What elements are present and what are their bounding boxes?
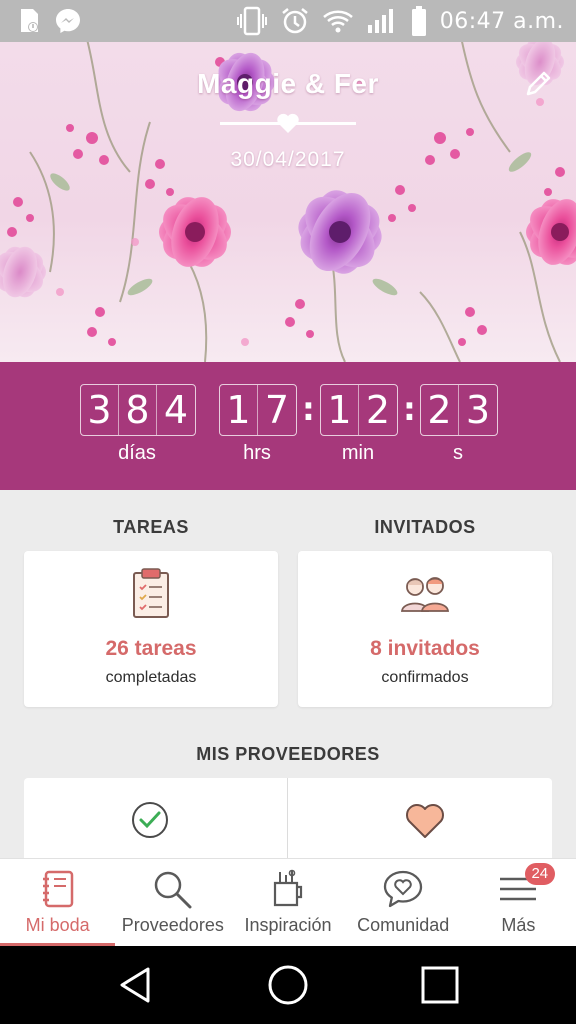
countdown-label-hours: hrs xyxy=(243,442,271,464)
nav-item-mi-boda[interactable]: Mi boda xyxy=(0,859,116,946)
back-icon[interactable] xyxy=(116,965,156,1005)
flower-pink xyxy=(159,197,231,267)
guests-icon xyxy=(401,577,449,612)
tasks-subtitle: completadas xyxy=(105,669,197,686)
signal-icon xyxy=(366,7,398,35)
countdown-digit: 2 xyxy=(421,385,459,435)
edit-pencil-icon[interactable] xyxy=(522,68,554,100)
countdown-digit: 8 xyxy=(119,385,157,435)
system-navigation-bar xyxy=(0,946,576,1024)
wedding-date: 30/04/2017 xyxy=(230,148,346,171)
countdown-digit: 2 xyxy=(365,388,391,432)
nav-item-inspiracion[interactable]: Inspiración xyxy=(230,859,345,946)
search-icon xyxy=(154,871,192,909)
countdown-minutes: 1 2 xyxy=(320,384,398,436)
nav-label: Comunidad xyxy=(357,915,450,935)
tasks-count: 26 tareas xyxy=(105,637,197,660)
countdown-separator: : xyxy=(403,390,416,428)
countdown-hours: 1 7 xyxy=(219,384,297,436)
tasks-title: TAREAS xyxy=(113,517,189,537)
nav-label: Mi boda xyxy=(25,915,90,935)
notification-badge: 24 xyxy=(524,863,555,885)
wedding-header: Maggie & Fer 30/04/2017 xyxy=(0,42,576,362)
tasks-card[interactable]: 26 tareas completadas xyxy=(24,551,278,707)
messenger-icon xyxy=(54,7,82,35)
countdown-days: 3 8 4 xyxy=(80,384,196,436)
wifi-icon xyxy=(322,8,354,34)
countdown-panel: 3 8 4 1 7 : 1 2 : 2 3 días hrs min s xyxy=(0,362,576,490)
couple-name: Maggie & Fer xyxy=(197,68,379,99)
status-time: 06:47 a.m. xyxy=(439,8,564,34)
nav-item-mas[interactable]: Más 24 xyxy=(461,859,576,946)
bottom-navigation: Mi boda Proveedores Inspiración Comunida… xyxy=(0,858,576,946)
countdown-label-seconds: s xyxy=(453,442,463,464)
guests-subtitle: confirmados xyxy=(381,669,469,686)
guests-title: INVITADOS xyxy=(374,517,476,537)
vibrate-icon xyxy=(236,6,268,36)
heart-icon xyxy=(277,113,299,133)
countdown-digit: 1 xyxy=(220,385,258,435)
countdown-separator: : xyxy=(302,390,315,428)
nav-label: Más xyxy=(501,915,536,935)
home-icon[interactable] xyxy=(267,964,309,1006)
nav-item-comunidad[interactable]: Comunidad xyxy=(346,859,461,946)
countdown-label-minutes: min xyxy=(341,442,375,464)
providers-title: MIS PROVEEDORES xyxy=(196,744,380,764)
countdown-seconds: 2 3 xyxy=(420,384,498,436)
status-bar: 06:47 a.m. xyxy=(0,0,576,42)
countdown-digit: 1 xyxy=(321,385,359,435)
countdown-digit: 3 xyxy=(81,385,119,435)
guests-card[interactable]: 8 invitados confirmados xyxy=(298,551,552,707)
nav-label: Inspiración xyxy=(244,915,332,935)
notebook-icon xyxy=(42,870,73,908)
inspiration-icon xyxy=(273,869,303,907)
sd-card-icon xyxy=(18,8,40,34)
countdown-digit: 7 xyxy=(264,388,290,432)
countdown-label-days: días xyxy=(118,442,156,464)
chat-heart-icon xyxy=(384,870,423,908)
heart-icon[interactable] xyxy=(404,800,446,840)
clipboard-icon xyxy=(133,568,169,618)
nav-item-proveedores[interactable]: Proveedores xyxy=(115,859,230,946)
battery-icon xyxy=(410,5,428,37)
check-circle-icon[interactable] xyxy=(130,800,170,840)
countdown-digit: 4 xyxy=(163,388,189,432)
guests-count: 8 invitados xyxy=(370,637,480,660)
recent-apps-icon[interactable] xyxy=(420,965,460,1005)
nav-label: Proveedores xyxy=(121,915,224,935)
countdown-digit: 3 xyxy=(465,388,491,432)
alarm-icon xyxy=(280,6,310,36)
